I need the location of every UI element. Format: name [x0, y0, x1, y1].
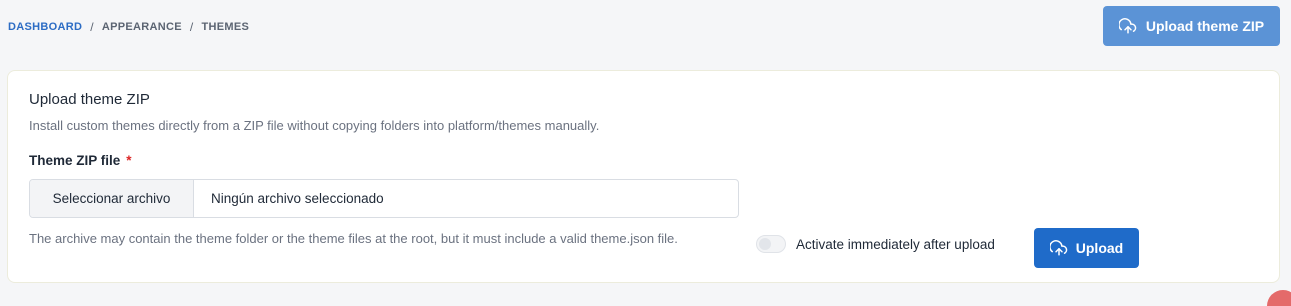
- breadcrumb-appearance: APPEARANCE: [101, 21, 182, 33]
- corner-decoration: [1267, 290, 1291, 306]
- card-title: Upload theme ZIP: [29, 91, 150, 108]
- activate-toggle-label[interactable]: Activate immediately after upload: [796, 237, 995, 252]
- upload-theme-zip-button[interactable]: Upload theme ZIP: [1103, 6, 1280, 46]
- theme-zip-file-input[interactable]: Seleccionar archivo Ningún archivo selec…: [29, 179, 739, 218]
- toggle-knob: [759, 238, 771, 250]
- help-text: The archive may contain the theme folder…: [29, 231, 678, 246]
- activate-toggle-group: Activate immediately after upload: [756, 235, 995, 253]
- theme-zip-field-label: Theme ZIP file *: [29, 153, 132, 168]
- field-label-text: Theme ZIP file: [29, 153, 121, 168]
- breadcrumb-separator: /: [90, 20, 94, 34]
- activate-toggle[interactable]: [756, 235, 786, 253]
- upload-theme-zip-label: Upload theme ZIP: [1145, 18, 1265, 34]
- breadcrumb-separator: /: [189, 20, 194, 34]
- breadcrumb: DASHBOARD / APPEARANCE / THEMES: [8, 20, 249, 34]
- cloud-upload-icon: [1118, 18, 1137, 34]
- selected-file-name: Ningún archivo seleccionado: [211, 191, 384, 206]
- upload-theme-card: Upload theme ZIP Install custom themes d…: [7, 70, 1280, 283]
- upload-submit-label: Upload: [1075, 240, 1124, 256]
- cloud-upload-icon: [1049, 240, 1068, 256]
- breadcrumb-dashboard-link[interactable]: DASHBOARD: [8, 21, 82, 33]
- choose-file-button[interactable]: Seleccionar archivo: [30, 180, 194, 217]
- required-marker: *: [126, 153, 132, 168]
- upload-submit-button[interactable]: Upload: [1034, 228, 1139, 268]
- breadcrumb-themes: THEMES: [201, 21, 250, 33]
- card-description: Install custom themes directly from a ZI…: [29, 118, 600, 133]
